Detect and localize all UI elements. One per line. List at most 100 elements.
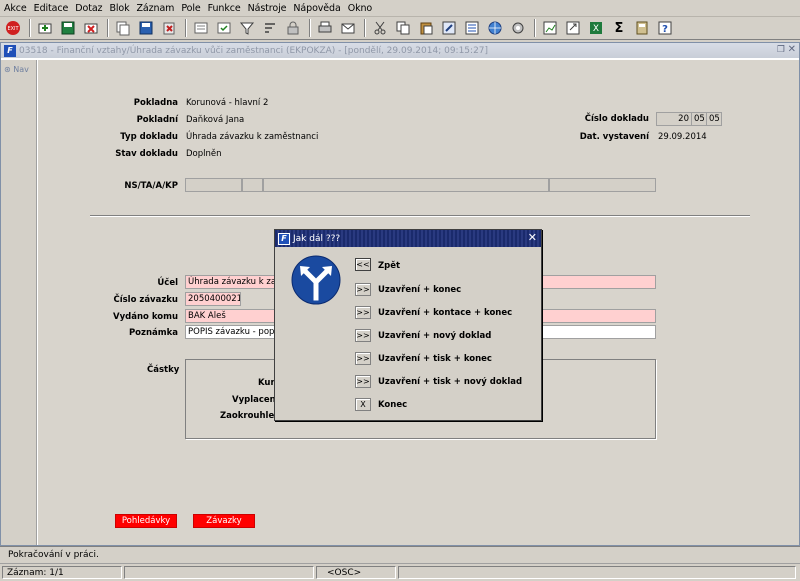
dialog-title: Jak dál ???	[293, 233, 341, 244]
uzavreni-kontace-konec-button[interactable]: >>	[355, 306, 371, 319]
uzavreni-tisk-novy-doklad-button[interactable]: >>	[355, 375, 371, 388]
exit-icon[interactable]: EXIT	[4, 19, 22, 37]
uzavreni-konec-button[interactable]: >>	[355, 283, 371, 296]
lock-icon[interactable]	[284, 19, 302, 37]
copy-icon[interactable]	[394, 19, 412, 37]
svg-text:EXIT: EXIT	[7, 26, 19, 32]
paste-icon[interactable]	[417, 19, 435, 37]
app-logo-icon: F	[278, 232, 290, 245]
delete-record-icon[interactable]	[82, 19, 100, 37]
toolbar-separator	[534, 19, 536, 37]
cislo-zavazku-label: Číslo závazku	[113, 295, 178, 305]
konec-button[interactable]: X	[355, 398, 371, 411]
menu-napoveda[interactable]: Nápověda	[293, 3, 340, 14]
toolbar-separator	[309, 19, 311, 37]
calculator-icon[interactable]	[633, 19, 651, 37]
menu-bar: Akce Editace Dotaz Blok Záznam Pole Funk…	[0, 0, 800, 17]
insert-record-icon[interactable]	[36, 19, 54, 37]
castky-label: Částky	[147, 365, 180, 375]
cut-icon[interactable]	[371, 19, 389, 37]
sum-icon[interactable]: Σ	[610, 19, 628, 37]
dat-vystaveni-value: 29.09.2014	[658, 132, 707, 142]
section-divider	[90, 215, 750, 217]
uzavreni-tisk-konec-button[interactable]: >>	[355, 352, 371, 365]
poznamka-label: Poznámka	[128, 328, 178, 338]
zpet-button[interactable]: <<	[355, 258, 371, 271]
query-enter-icon[interactable]	[192, 19, 210, 37]
menu-editace[interactable]: Editace	[34, 3, 69, 14]
direction-arrows-icon	[291, 255, 341, 305]
pokladna-value: Korunová - hlavní 2	[186, 98, 269, 108]
svg-text:?: ?	[662, 24, 668, 35]
menu-nastroje[interactable]: Nástroje	[248, 3, 287, 14]
filter-icon[interactable]	[238, 19, 256, 37]
zavazky-button[interactable]: Závazky	[193, 514, 255, 528]
uzavreni-novy-doklad-button[interactable]: >>	[355, 329, 371, 342]
save-icon[interactable]	[59, 19, 77, 37]
ta-field[interactable]	[242, 178, 263, 192]
uzavreni-konec-label: Uzavření + konec	[378, 285, 462, 295]
a-field[interactable]	[263, 178, 549, 192]
menu-dotaz[interactable]: Dotaz	[75, 3, 102, 14]
print-icon[interactable]	[316, 19, 334, 37]
close-window-icon[interactable]: ✕	[788, 44, 796, 55]
cislo-zavazku-field[interactable]: 2050400021	[185, 292, 241, 306]
nav-button[interactable]: ⊛ Nav	[4, 65, 29, 74]
help-globe-icon[interactable]	[486, 19, 504, 37]
form-window-titlebar: F 03518 - Finanční vztahy/Úhrada závazku…	[1, 43, 799, 58]
help-icon[interactable]: ?	[656, 19, 674, 37]
dat-vystaveni-label: Dat. vystavení	[579, 132, 649, 142]
edit-icon[interactable]	[440, 19, 458, 37]
toolbar-separator	[185, 19, 187, 37]
nav-pane: ⊛ Nav	[1, 60, 37, 545]
save-record-icon[interactable]	[137, 19, 155, 37]
zaokrouhleni-label: Zaokrouhlen	[220, 411, 281, 421]
menu-zaznam[interactable]: Záznam	[137, 3, 175, 14]
cislo-dokladu-part2[interactable]: 05	[691, 112, 707, 126]
status-bar: Záznam: 1/1 <OSC>	[0, 563, 800, 581]
status-cell-2	[124, 566, 314, 579]
nav-icon: ⊛	[4, 65, 11, 74]
duplicate-icon[interactable]	[114, 19, 132, 37]
cislo-dokladu-part1[interactable]: 20	[656, 112, 692, 126]
uzavreni-tisk-novy-doklad-label: Uzavření + tisk + nový doklad	[378, 377, 523, 387]
app-logo-icon: F	[4, 44, 16, 57]
zpet-label: Zpět	[378, 261, 401, 271]
list-values-icon[interactable]	[463, 19, 481, 37]
konec-label: Konec	[378, 400, 408, 410]
menu-akce[interactable]: Akce	[4, 3, 27, 14]
pokladna-label: Pokladna	[133, 98, 178, 108]
cislo-dokladu-part3[interactable]: 05	[706, 112, 722, 126]
export-icon[interactable]	[564, 19, 582, 37]
dialog-titlebar: F Jak dál ??? ✕	[275, 230, 541, 247]
query-execute-icon[interactable]	[215, 19, 233, 37]
record-counter: Záznam: 1/1	[2, 566, 122, 579]
pokladni-value: Daňková Jana	[186, 115, 245, 125]
menu-blok[interactable]: Blok	[109, 3, 129, 14]
toolbar-separator	[364, 19, 366, 37]
form-window-title: 03518 - Finanční vztahy/Úhrada závazku v…	[19, 45, 489, 56]
menu-okno[interactable]: Okno	[348, 3, 373, 14]
ns-field[interactable]	[185, 178, 242, 192]
restore-window-icon[interactable]: ❐	[777, 45, 785, 55]
excel-icon[interactable]: X	[587, 19, 605, 37]
mail-icon[interactable]	[339, 19, 357, 37]
toolbar-separator	[107, 19, 109, 37]
vydano-komu-label: Vydáno komu	[113, 312, 178, 322]
status-bar-message: Pokračování v práci.	[0, 546, 800, 563]
sort-icon[interactable]	[261, 19, 279, 37]
menu-funkce[interactable]: Funkce	[208, 3, 241, 14]
report-icon[interactable]	[541, 19, 559, 37]
kp-field[interactable]	[549, 178, 656, 192]
uzavreni-tisk-konec-label: Uzavření + tisk + konec	[378, 354, 492, 364]
stav-dokladu-value: Doplněn	[186, 149, 222, 159]
delete-icon[interactable]	[160, 19, 178, 37]
toolbar-separator	[29, 19, 31, 37]
jak-dal-dialog: F Jak dál ??? ✕ << Zpět >> Uzavření + ko…	[274, 229, 542, 421]
dialog-close-icon[interactable]: ✕	[528, 231, 537, 244]
osc-indicator: <OSC>	[316, 566, 396, 579]
settings-icon[interactable]	[509, 19, 527, 37]
menu-pole[interactable]: Pole	[181, 3, 200, 14]
pokladni-label: Pokladní	[136, 115, 178, 125]
pohledavky-button[interactable]: Pohledávky	[115, 514, 177, 528]
